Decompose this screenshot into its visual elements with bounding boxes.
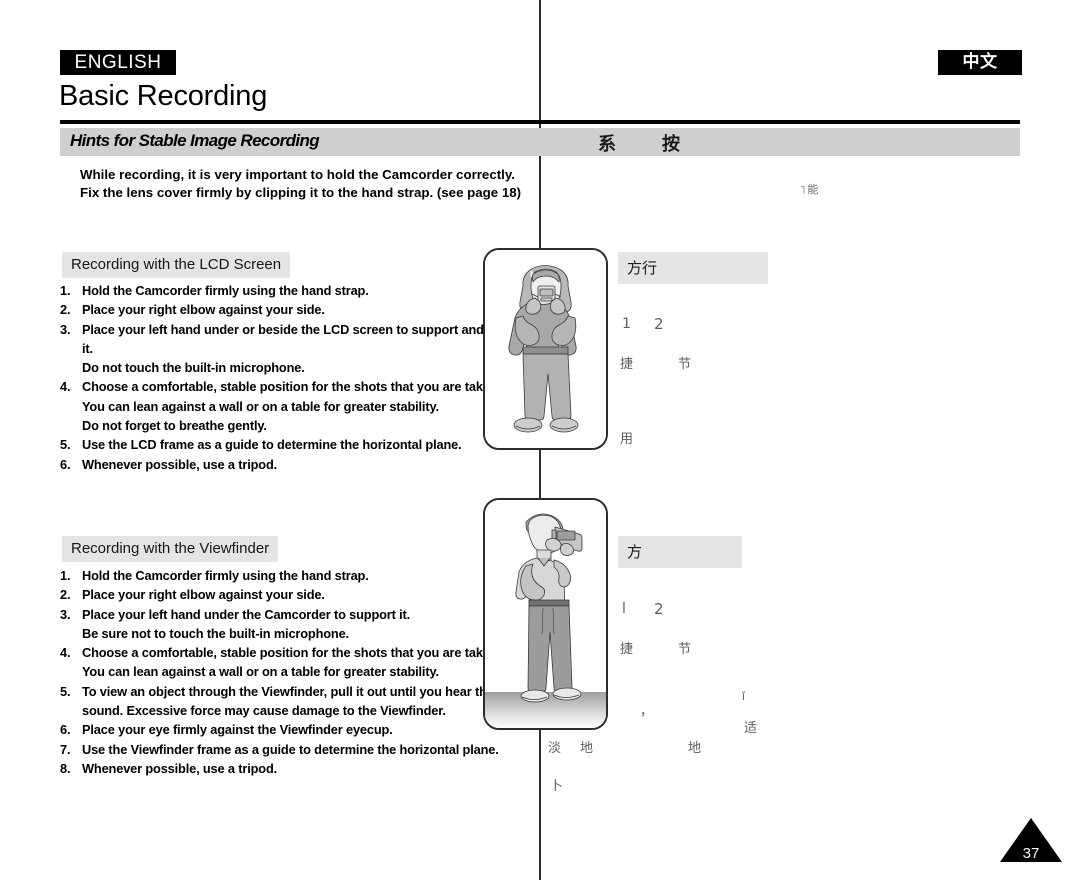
manual-page: ENGLISH 中文 Basic Recording Hints for Sta…: [0, 0, 1080, 880]
page-number-label: 37: [1022, 845, 1040, 862]
title-rule: [60, 120, 1020, 124]
chinese-fragment: ǐ: [742, 690, 746, 703]
intro-paragraph: While recording, it is very important to…: [80, 166, 530, 202]
step-number: 8.: [60, 760, 71, 776]
step-text: Hold the Camcorder firmly using the hand…: [82, 283, 369, 298]
step-item: 2. Place your right elbow against your si…: [60, 585, 550, 604]
chinese-fragment: 地: [580, 741, 594, 756]
chinese-fragment: 卜: [550, 779, 564, 794]
step-item: 5. To view an object through the Viewfind…: [60, 682, 550, 721]
chinese-fragment: 节: [678, 357, 692, 372]
step-text: Whenever possible, use a tripod.: [82, 760, 278, 776]
intro-line-2: Fix the lens cover firmly by clipping it…: [80, 185, 522, 200]
step-text: Use the Viewfinder frame as a guide to d…: [82, 741, 499, 757]
step-list-lcd: 1. Hold the Camcorder firmly using the ha…: [60, 281, 538, 474]
step-text: Use the LCD frame as a guide to determin…: [82, 437, 462, 453]
step-text: Hold the Camcorder firmly using the hand…: [82, 568, 369, 583]
step-number: 1.: [60, 568, 71, 583]
step-text: Place your left hand under the Camcorder…: [82, 606, 411, 622]
step-item: 6. Whenever possible, use a tripod.: [60, 455, 538, 474]
step-item: 3. Place your left hand under or beside t…: [60, 320, 538, 378]
step-item: 5. Use the LCD frame as a guide to determ…: [60, 435, 538, 454]
illustration-recording-with-lcd-screen: [483, 248, 608, 450]
step-number: 7.: [60, 741, 71, 757]
section-title-english: Hints for Stable Image Recording: [70, 131, 320, 150]
chinese-fragment: 2: [654, 315, 664, 333]
subheading-viewfinder-chinese: 方: [618, 536, 742, 568]
intro-line-1: While recording, it is very important to…: [80, 167, 515, 182]
step-number: 4.: [60, 645, 71, 661]
step-subtext: Do not forget to breathe gently.: [82, 418, 267, 434]
chinese-fragment: ，: [640, 704, 654, 719]
subheading-lcd-chinese: 方行: [618, 252, 768, 284]
step-text: Place your right elbow against your side…: [82, 587, 325, 603]
chinese-fragment: 捷: [620, 357, 634, 372]
step-item: 1. Hold the Camcorder firmly using the ha…: [60, 566, 550, 585]
step-item: 4. Choose a comfortable, stable position …: [60, 377, 538, 435]
step-item: 1. Hold the Camcorder firmly using the ha…: [60, 281, 538, 300]
step-number: 2.: [60, 302, 71, 318]
step-number: 6.: [60, 722, 71, 738]
step-item: 3. Place your left hand under the Camcord…: [60, 605, 550, 644]
chinese-fragment: 1: [622, 316, 631, 332]
language-badge-english: ENGLISH: [60, 50, 176, 75]
step-number: 2.: [60, 587, 71, 603]
chinese-fragment: l: [622, 601, 626, 617]
step-number: 3.: [60, 606, 71, 622]
step-text: Choose a comfortable, stable position fo…: [82, 645, 505, 661]
chinese-fragment: 节: [678, 642, 692, 657]
subheading-recording-with-lcd-screen: Recording with the LCD Screen: [62, 252, 291, 278]
step-number: 5.: [60, 683, 71, 699]
step-text: Place your eye firmly against the Viewfi…: [82, 722, 393, 738]
step-subtext: You can lean against a wall or on a tabl…: [82, 664, 439, 680]
step-number: 4.: [60, 379, 71, 395]
step-subtext: Be sure not to touch the built-in microp…: [82, 625, 349, 641]
step-text: Place your left hand under or beside the…: [82, 321, 524, 356]
step-subtext: Do not touch the built-in microphone.: [82, 360, 305, 376]
subheading-recording-with-viewfinder: Recording with the Viewfinder: [62, 536, 279, 562]
step-item: 6. Place your eye firmly against the View…: [60, 720, 550, 739]
step-item: 7. Use the Viewfinder frame as a guide to…: [60, 740, 550, 759]
step-item: 2. Place your right elbow against your si…: [60, 300, 538, 319]
chinese-fragment: 2: [654, 600, 664, 618]
step-number: 5.: [60, 437, 71, 453]
step-list-viewfinder: 1. Hold the Camcorder firmly using the ha…: [60, 566, 550, 778]
step-text: Place your right elbow against your side…: [82, 302, 325, 318]
step-number: 6.: [60, 456, 71, 472]
step-text: To view an object through the Viewfinder…: [82, 683, 525, 719]
chinese-fragment: 捷: [620, 642, 634, 657]
chinese-fragment: 用: [620, 432, 634, 447]
chinese-fragment: 地: [688, 741, 702, 756]
step-item: 4. Choose a comfortable, stable position …: [60, 643, 550, 682]
intro-chinese-fragment: ˥能: [800, 183, 821, 196]
chinese-fragment: 淡: [548, 741, 562, 756]
illustration-recording-with-viewfinder: [483, 498, 608, 730]
chinese-fragment: 适: [744, 721, 758, 736]
step-number: 3.: [60, 321, 71, 337]
step-number: 1.: [60, 283, 71, 298]
step-item: 8. Whenever possible, use a tripod.: [60, 759, 550, 778]
section-title-chinese: 系 按: [598, 134, 694, 155]
language-badge-chinese: 中文: [938, 50, 1022, 75]
step-text: Choose a comfortable, stable position fo…: [82, 379, 505, 395]
step-subtext: You can lean against a wall or on a tabl…: [82, 398, 439, 414]
chapter-title: Basic Recording: [59, 80, 268, 112]
step-text: Whenever possible, use a tripod.: [82, 456, 278, 472]
